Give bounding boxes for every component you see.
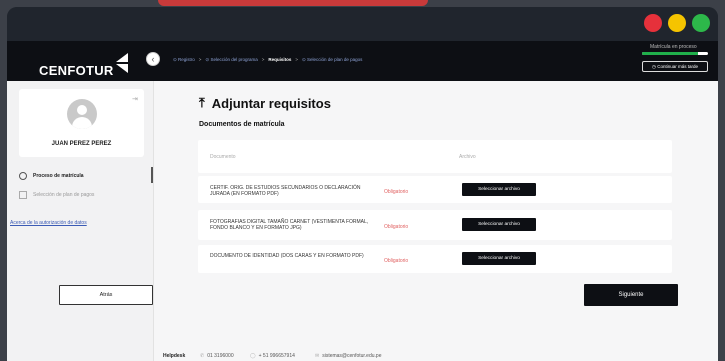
logo-mark-icon [116, 53, 128, 73]
required-label: Obligatorio [384, 258, 409, 264]
breadcrumb-item[interactable]: ⊙ Selección de plan de pagos [302, 57, 362, 62]
logo-bar: CENFOTUR [7, 41, 154, 81]
footer-email[interactable]: ✉ sistemas@cenfotur.edu.pe [315, 353, 381, 359]
breadcrumb-item[interactable]: ⊙ Selección del programa [205, 57, 257, 62]
table-header: Documento Archivo [198, 140, 672, 173]
table-row: DOCUMENTO DE IDENTIDAD (DOS CARAS Y EN F… [198, 245, 672, 273]
document-name: DOCUMENTO DE IDENTIDAD (DOS CARAS Y EN F… [210, 253, 364, 259]
maximize-window-button[interactable] [692, 14, 710, 32]
table-row: FOTOGRAFIAS DIGITAL TAMAÑO CARNET (VESTI… [198, 210, 672, 240]
decorative-strip [158, 0, 428, 6]
email-text: sistemas@cenfotur.edu.pe [322, 353, 382, 359]
mail-icon: ✉ [315, 353, 320, 359]
whatsapp-text: + 51 996657914 [258, 353, 295, 359]
breadcrumb-current: Requisitos [268, 57, 292, 62]
column-header-archivo: Archivo [459, 154, 476, 160]
continue-later-button[interactable]: ◷ Continuar más tarde [642, 61, 708, 72]
required-label: Obligatorio [384, 224, 409, 230]
chevron-left-icon[interactable]: ‹ [146, 52, 160, 66]
top-bar: ⊙ Registro > ⊙ Selección del programa > Requ… [154, 41, 718, 81]
progress-label: Matrícula en proceso [650, 44, 697, 50]
data-authorization-link[interactable]: Acerca de la autorización de datos [10, 220, 87, 226]
sidebar-item-label: Selección de plan de pagos [33, 192, 95, 198]
page-title-text: Adjuntar requisitos [211, 95, 331, 111]
column-header-documento: Documento [210, 154, 236, 160]
progress-bar [642, 52, 708, 55]
select-file-button[interactable]: Seleccionar archivo [462, 218, 536, 231]
sidebar-item-label: Proceso de matrícula [33, 173, 84, 179]
table-row: CERTIF. ORIG. DE ESTUDIOS SECUNDARIOS O … [198, 176, 672, 203]
document-name: FOTOGRAFIAS DIGITAL TAMAÑO CARNET (VESTI… [210, 219, 369, 231]
main-content: ⤒ Adjuntar requisitos Documentos de matr… [154, 81, 718, 351]
section-title: Documentos de matrícula [199, 121, 285, 128]
calendar-icon [19, 191, 27, 199]
circle-icon [19, 172, 27, 180]
breadcrumb-item[interactable]: ⊙ Registro [173, 57, 195, 62]
app-area: CENFOTUR ‹ ⇥ JUAN PEREZ PEREZ Proceso de… [7, 41, 718, 361]
user-name: JUAN PEREZ PEREZ [51, 141, 112, 147]
breadcrumb: ⊙ Registro > ⊙ Selección del programa > Requ… [173, 57, 363, 62]
screenshot-frame: CENFOTUR ‹ ⇥ JUAN PEREZ PEREZ Proceso de… [0, 0, 725, 361]
close-window-button[interactable] [644, 14, 662, 32]
clock-icon: ◷ [652, 64, 656, 69]
upload-icon: ⤒ [199, 95, 205, 110]
logout-icon[interactable]: ⇥ [132, 95, 138, 103]
avatar [67, 99, 97, 129]
phone-text: 01 3196000 [207, 353, 234, 359]
helpdesk-label: Helpdesk [163, 353, 186, 359]
browser-window: CENFOTUR ‹ ⇥ JUAN PEREZ PEREZ Proceso de… [7, 7, 718, 361]
progress-fill [642, 52, 699, 55]
select-file-button[interactable]: Seleccionar archivo [462, 252, 536, 265]
document-name: CERTIF. ORIG. DE ESTUDIOS SECUNDARIOS O … [210, 185, 361, 197]
footer-phone[interactable]: ✆ 01 3196000 [200, 353, 234, 359]
phone-icon: ✆ [200, 353, 205, 359]
sidebar-item-proceso[interactable]: Proceso de matrícula [19, 172, 84, 180]
next-button[interactable]: Siguiente [584, 284, 678, 306]
minimize-window-button[interactable] [668, 14, 686, 32]
profile-card: ⇥ JUAN PEREZ PEREZ [19, 89, 144, 157]
title-bar [7, 7, 718, 41]
back-button[interactable]: Atrás [59, 285, 153, 305]
logo: CENFOTUR [39, 63, 114, 78]
sidebar: CENFOTUR ‹ ⇥ JUAN PEREZ PEREZ Proceso de… [7, 41, 160, 361]
sidebar-item-plan-pagos[interactable]: Selección de plan de pagos [19, 191, 94, 199]
required-label: Obligatorio [384, 189, 409, 195]
whatsapp-icon: ◯ [250, 353, 256, 359]
page-title: ⤒ Adjuntar requisitos [199, 95, 331, 111]
continue-later-label: Continuar más tarde [657, 64, 698, 69]
footer-whatsapp[interactable]: ◯ + 51 996657914 [250, 353, 295, 359]
footer: Helpdesk ✆ 01 3196000 ◯ + 51 996657914 ✉ si… [154, 351, 718, 361]
active-indicator [151, 167, 153, 183]
select-file-button[interactable]: Seleccionar archivo [462, 183, 536, 196]
